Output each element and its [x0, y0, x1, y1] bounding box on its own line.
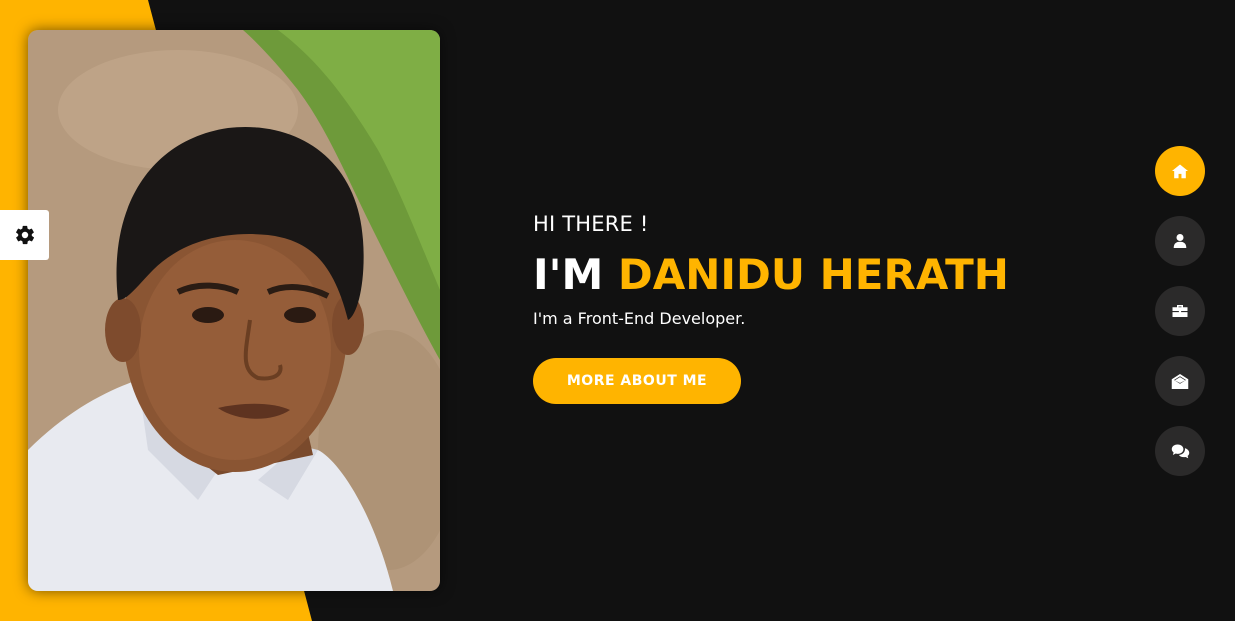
hero-section: HI THERE ! I'M DANIDU HERATH I'm a Front…: [533, 210, 1093, 404]
briefcase-icon: [1172, 305, 1188, 317]
envelope-open-icon: [1171, 373, 1189, 389]
nav-contact-button[interactable]: [1155, 356, 1205, 406]
gear-icon: [15, 225, 34, 245]
nav-blog-button[interactable]: [1155, 426, 1205, 476]
nav-home-button[interactable]: [1155, 146, 1205, 196]
profile-photo: [28, 30, 440, 591]
nav-about-button[interactable]: [1155, 216, 1205, 266]
home-icon: [1172, 164, 1188, 179]
headline-prefix: I'M: [533, 250, 618, 299]
user-icon: [1173, 234, 1187, 248]
greeting-text: HI THERE !: [533, 212, 649, 236]
side-navigation: [1155, 146, 1205, 496]
settings-button[interactable]: [0, 210, 49, 260]
headline-name: DANIDU HERATH: [617, 250, 1009, 299]
comments-icon: [1171, 444, 1189, 459]
nav-portfolio-button[interactable]: [1155, 286, 1205, 336]
hero-headline: I'M DANIDU HERATH: [533, 250, 1093, 300]
tagline-text: I'm a Front-End Developer.: [533, 309, 746, 328]
more-about-me-button[interactable]: MORE ABOUT ME: [533, 358, 741, 404]
